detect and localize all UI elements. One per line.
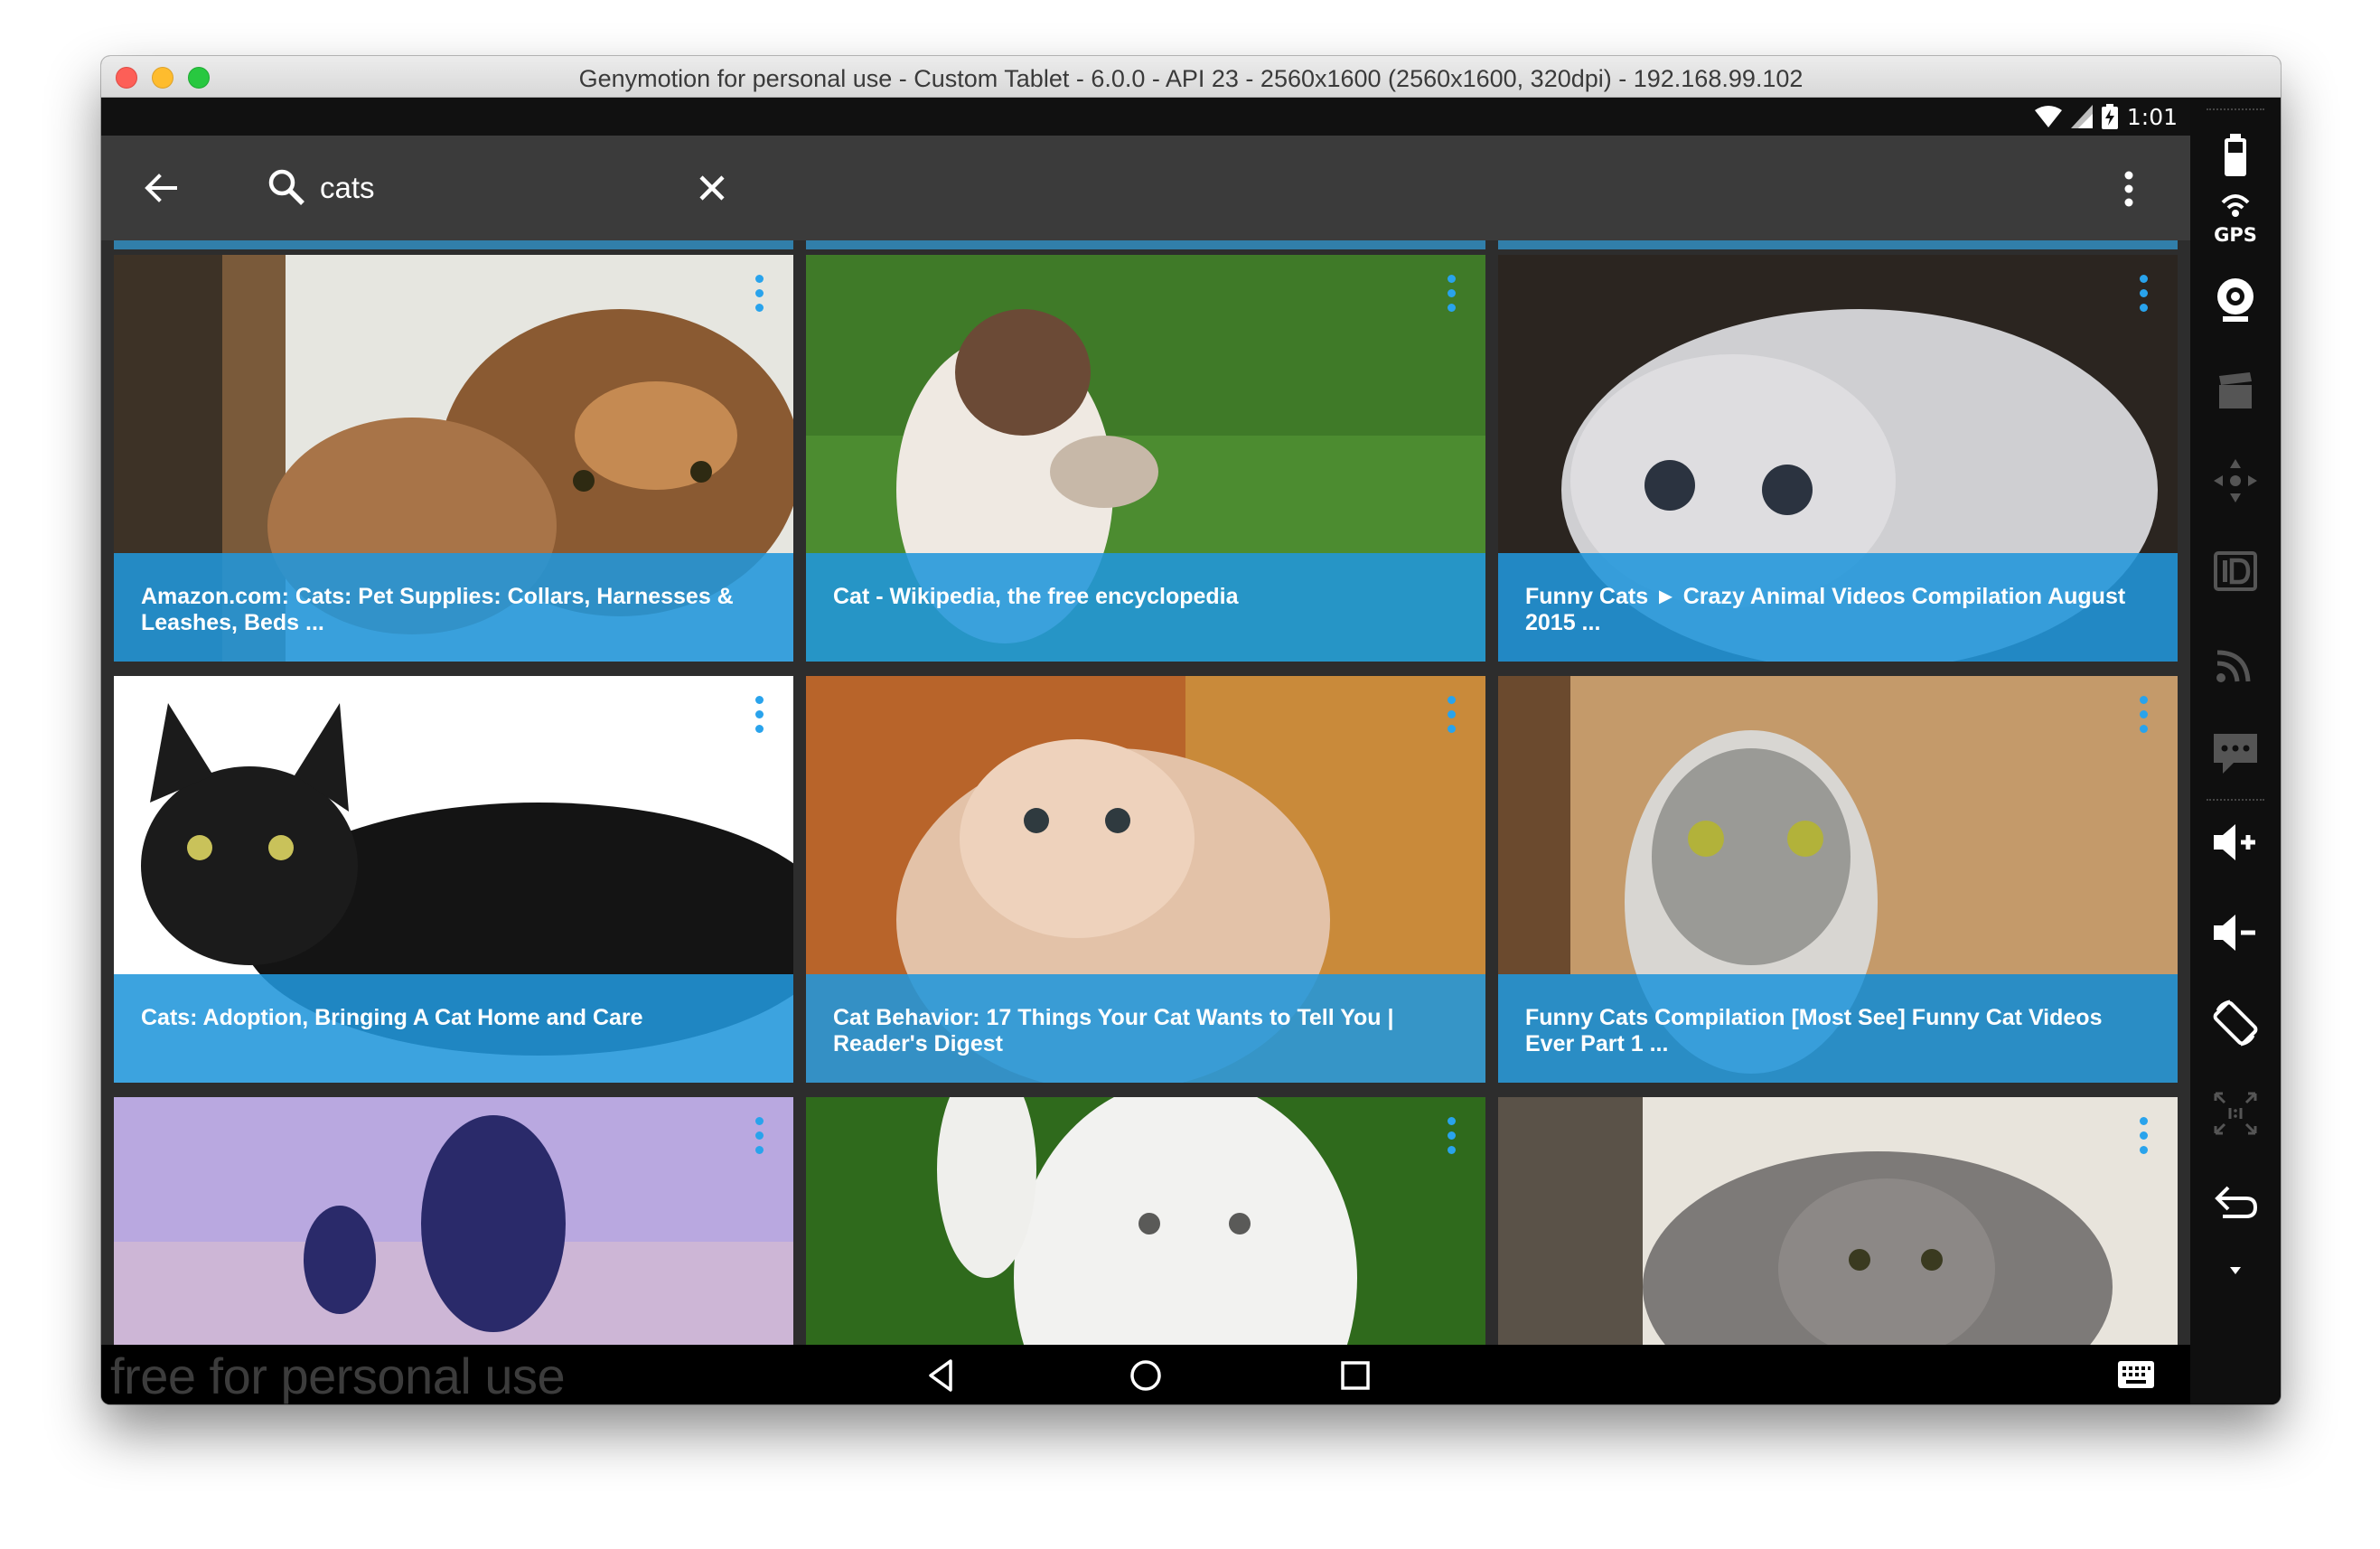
image-results-grid: Amazon.com: Cats: Pet Supplies: Collars,… xyxy=(101,240,2190,1345)
card-more-icon[interactable] xyxy=(2136,1117,2150,1159)
android-screen: 1:01 cats Amazon.com: Cats: Pet Supplies… xyxy=(101,98,2190,1404)
panel-separator xyxy=(2207,799,2264,801)
result-card[interactable]: Funny Cats Compilation [Most See] Funny … xyxy=(1498,676,2178,1083)
genymotion-window: Genymotion for personal use - Custom Tab… xyxy=(101,56,2281,1404)
card-more-icon[interactable] xyxy=(752,696,766,737)
gps-label: GPS xyxy=(2214,224,2257,246)
back-icon[interactable] xyxy=(2210,1178,2261,1229)
nav-home-icon[interactable] xyxy=(1126,1356,1166,1395)
webcam-icon[interactable] xyxy=(2210,275,2261,325)
android-nav-bar: free for personal use xyxy=(101,1345,2190,1404)
result-caption: Amazon.com: Cats: Pet Supplies: Collars,… xyxy=(114,553,793,662)
search-input[interactable] xyxy=(320,163,754,213)
volume-down-icon[interactable] xyxy=(2210,907,2261,958)
result-caption: Cat Behavior: 17 Things Your Cat Wants t… xyxy=(806,974,1485,1083)
battery-charging-icon xyxy=(2101,104,2118,129)
genymotion-widget-panel: GPS xyxy=(2190,98,2281,1404)
rotate-icon[interactable] xyxy=(2210,998,2261,1048)
prev-row-edge xyxy=(1498,240,2178,249)
result-caption: Funny Cats ► Crazy Animal Videos Compila… xyxy=(1498,553,2178,662)
result-card[interactable]: Cats: Adoption, Bringing A Cat Home and … xyxy=(114,676,793,1083)
battery-icon[interactable] xyxy=(2210,130,2261,181)
search-icon xyxy=(268,169,305,205)
window-title: Genymotion for personal use - Custom Tab… xyxy=(578,65,1804,92)
pixel-perfect-icon[interactable] xyxy=(2210,1088,2261,1139)
card-more-icon[interactable] xyxy=(1444,275,1458,316)
capture-icon[interactable] xyxy=(2210,365,2261,416)
id-icon[interactable] xyxy=(2210,546,2261,596)
card-more-icon[interactable] xyxy=(752,275,766,316)
result-card[interactable]: Funny Cats ► Crazy Animal Videos Compila… xyxy=(1498,255,2178,662)
nav-recents-icon[interactable] xyxy=(1335,1356,1375,1395)
watermark-text: free for personal use xyxy=(110,1347,566,1404)
result-image xyxy=(1498,1097,2178,1345)
close-icon[interactable] xyxy=(690,166,734,210)
status-bar: 1:01 xyxy=(101,98,2190,136)
result-card[interactable] xyxy=(114,1097,793,1345)
result-card[interactable]: Amazon.com: Cats: Pet Supplies: Collars,… xyxy=(114,255,793,662)
prev-row-edge xyxy=(806,240,1485,249)
cast-icon[interactable] xyxy=(2210,636,2261,687)
prev-row-edge xyxy=(114,240,793,249)
volume-up-icon[interactable] xyxy=(2210,817,2261,868)
card-more-icon[interactable] xyxy=(1444,1117,1458,1159)
card-more-icon[interactable] xyxy=(2136,696,2150,737)
window-titlebar[interactable]: Genymotion for personal use - Custom Tab… xyxy=(101,56,2281,98)
result-caption: Funny Cats Compilation [Most See] Funny … xyxy=(1498,974,2178,1083)
card-more-icon[interactable] xyxy=(752,1117,766,1159)
result-caption: Cats: Adoption, Bringing A Cat Home and … xyxy=(114,974,793,1083)
keyboard-icon[interactable] xyxy=(2116,1359,2156,1390)
status-time: 1:01 xyxy=(2126,103,2178,130)
expand-icon[interactable] xyxy=(2210,1254,2261,1287)
more-vert-icon[interactable] xyxy=(2111,168,2147,210)
result-image xyxy=(114,1097,793,1345)
result-image xyxy=(806,1097,1485,1345)
result-card[interactable] xyxy=(806,1097,1485,1345)
signal-icon xyxy=(2070,105,2093,128)
gps-icon[interactable] xyxy=(2210,184,2261,226)
nav-back-icon[interactable] xyxy=(922,1356,961,1395)
result-card[interactable]: Cat - Wikipedia, the free encyclopedia xyxy=(806,255,1485,662)
wifi-icon xyxy=(2034,106,2062,127)
card-more-icon[interactable] xyxy=(2136,275,2150,316)
card-more-icon[interactable] xyxy=(1444,696,1458,737)
back-arrow-icon[interactable] xyxy=(137,164,184,211)
result-card[interactable] xyxy=(1498,1097,2178,1345)
result-card[interactable]: Cat Behavior: 17 Things Your Cat Wants t… xyxy=(806,676,1485,1083)
result-caption: Cat - Wikipedia, the free encyclopedia xyxy=(806,553,1485,662)
search-app-bar xyxy=(101,136,2190,240)
sms-icon[interactable] xyxy=(2210,727,2261,777)
panel-separator xyxy=(2207,108,2264,110)
dpad-icon[interactable] xyxy=(2210,455,2261,506)
